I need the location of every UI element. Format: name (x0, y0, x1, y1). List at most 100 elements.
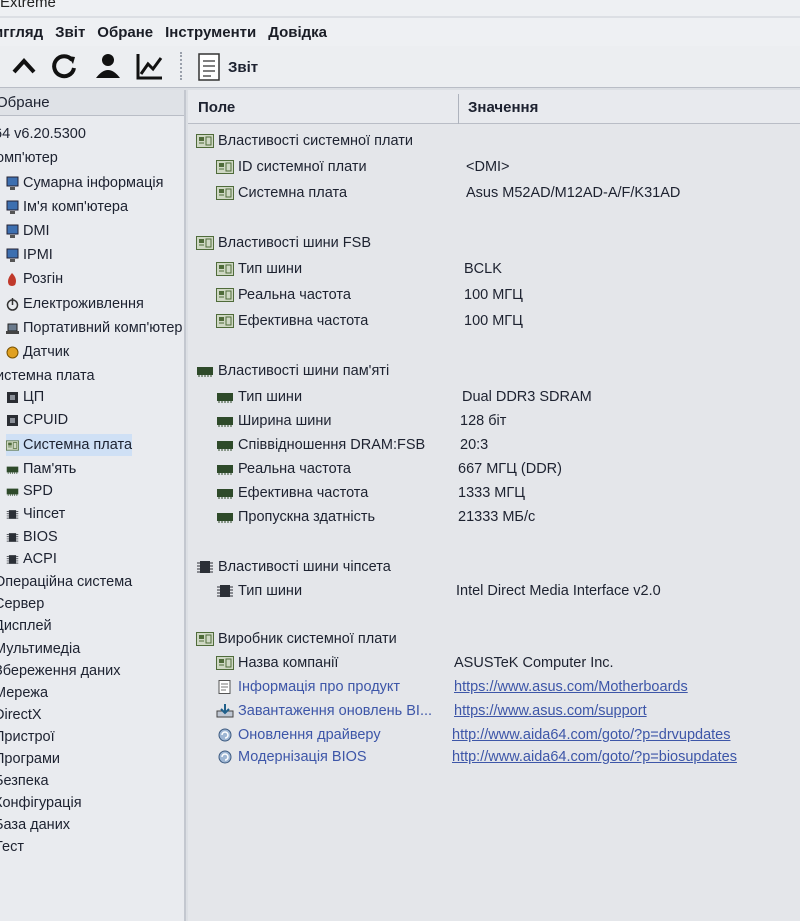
tree-item[interactable]: Портативний комп'ютер (6, 317, 182, 339)
value-link[interactable]: http://www.aida64.com/goto/?p=biosupdate… (452, 746, 737, 768)
table-row[interactable]: Тип шини Intel Direct Media Interface v2.… (188, 580, 800, 602)
menu-view[interactable]: иггляд (0, 24, 49, 41)
tree-item[interactable]: Сумарна інформація (6, 172, 163, 194)
table-group-header[interactable]: Властивості системної плати (188, 130, 800, 152)
tree-item[interactable]: Тест (0, 836, 24, 858)
tree-item[interactable]: CPUID (6, 409, 68, 431)
arrow-up-icon[interactable] (8, 50, 40, 82)
table-row[interactable]: Реальна частота 100 МГЦ (188, 284, 800, 306)
tree-item[interactable]: Системна плата (6, 434, 133, 456)
table-row[interactable]: Інформація про продукт https://www.asus.c… (188, 676, 800, 698)
value-link[interactable]: https://www.asus.com/Motherboards (454, 676, 688, 698)
table-group-header[interactable]: Властивості шини FSB (188, 232, 800, 254)
chart-icon[interactable] (134, 50, 166, 82)
menu-favorites[interactable]: Обране (91, 24, 159, 41)
tree-item[interactable]: База даних (0, 814, 70, 836)
tree-item[interactable]: Пам'ять (6, 458, 76, 480)
tree-item[interactable]: Сервер (0, 593, 44, 615)
tree-item[interactable]: истемна плата (0, 365, 95, 387)
tree-item[interactable]: Збереження даних (0, 660, 120, 682)
tree-item[interactable]: ACPI (6, 548, 57, 570)
tree-item-label: ACPI (23, 551, 57, 567)
tree-item-label: Сервер (0, 596, 45, 612)
tree-item[interactable]: Безпека (0, 770, 49, 792)
field-label: Властивості шини FSB (218, 235, 372, 251)
table-row[interactable]: Оновлення драйверу http://www.aida64.com/… (188, 724, 800, 746)
value-text: 100 МГЦ (464, 287, 523, 303)
value-link[interactable]: http://www.aida64.com/goto/?p=drvupdates (452, 724, 731, 746)
table-row[interactable]: Тип шини Dual DDR3 SDRAM (188, 386, 800, 408)
tree-item[interactable]: Чіпсет (6, 503, 65, 525)
field-label: Виробник системної плати (218, 631, 397, 647)
tree-item[interactable]: Операційна система (0, 571, 132, 593)
window-title: Extreme (0, 0, 56, 11)
table-row[interactable]: Ефективна частота 1333 МГЦ (188, 482, 800, 504)
tree-item[interactable]: ЦП (6, 386, 44, 408)
board-icon (216, 262, 234, 276)
tree-item[interactable]: Програми (0, 748, 60, 770)
column-value[interactable]: Значення (468, 99, 538, 116)
table-row[interactable]: ID системної плати <DMI> (188, 156, 800, 178)
tree-item-label: Пристрої (0, 729, 55, 745)
report-button[interactable]: Звіт (198, 52, 258, 82)
value-text: Dual DDR3 SDRAM (462, 389, 592, 405)
table-group-header[interactable]: Властивості шини пам'яті (188, 360, 800, 382)
column-divider[interactable] (458, 94, 459, 124)
menu-tools[interactable]: Інструменти (159, 24, 262, 41)
tree-item-label: Мультимедіа (0, 641, 81, 657)
table-row[interactable]: Ефективна частота 100 МГЦ (188, 310, 800, 332)
table-row[interactable]: Пропускна здатність 21333 МБ/с (188, 506, 800, 528)
table-row[interactable]: Реальна частота 667 МГЦ (DDR) (188, 458, 800, 480)
table-row[interactable]: Модернізація BIOS http://www.aida64.com/g… (188, 746, 800, 768)
memory-icon (216, 510, 234, 524)
update-icon (216, 728, 234, 742)
tree-item[interactable]: SPD (6, 480, 53, 502)
tree-item[interactable]: DirectX (0, 704, 42, 726)
table-row[interactable]: Системна плата Asus M52AD/M12AD-A/F/K31AD (188, 182, 800, 204)
table-row[interactable]: Ширина шини 128 біт (188, 410, 800, 432)
tree-item[interactable]: Розгін (6, 268, 63, 290)
tree-item-label: 64 v6.20.5300 (0, 126, 86, 142)
refresh-icon[interactable] (48, 50, 80, 82)
table-row[interactable]: Назва компанії ASUSTeK Computer Inc. (188, 652, 800, 674)
value-link[interactable]: https://www.asus.com/support (454, 700, 647, 722)
chip-icon (196, 560, 214, 574)
field-label: Тип шини (238, 583, 303, 599)
laptop-icon (6, 321, 19, 336)
tree-item[interactable]: 64 v6.20.5300 (0, 123, 86, 145)
tree-item[interactable]: Ім'я комп'ютера (6, 196, 128, 218)
tree-item[interactable]: Дисплей (0, 615, 52, 637)
tree-item-label: Операційна система (0, 574, 133, 590)
user-icon[interactable] (92, 50, 124, 82)
tree-item-label: BIOS (23, 529, 58, 545)
field-label: Тип шини (238, 261, 303, 277)
tree-item[interactable]: DMI (6, 220, 50, 242)
tree-item[interactable]: BIOS (6, 526, 58, 548)
table-row[interactable]: Співвідношення DRAM:FSB 20:3 (188, 434, 800, 456)
table-row[interactable]: Завантаження оновлень BI... https://www.a… (188, 700, 800, 722)
tree-item[interactable]: Електроживлення (6, 293, 144, 315)
computer-icon (6, 176, 19, 191)
tree-item-label: Портативний комп'ютер (23, 320, 183, 336)
table-group-header[interactable]: Властивості шини чіпсета (188, 556, 800, 578)
menu-report[interactable]: Звіт (49, 24, 91, 41)
tree-item[interactable]: омп'ютер (0, 147, 58, 169)
sidebar-header[interactable]: Обране (0, 90, 184, 116)
tree-item[interactable]: Мультимедіа (0, 638, 80, 660)
tree-item[interactable]: Конфігурація (0, 792, 82, 814)
tree-item[interactable]: IPMI (6, 244, 53, 266)
field-label: Модернізація BIOS (238, 749, 367, 765)
menu-help[interactable]: Довідка (262, 24, 333, 41)
tree-item-label: IPMI (23, 247, 53, 263)
tree-item-label: ЦП (23, 389, 45, 405)
memory-icon (196, 364, 214, 378)
table-row[interactable]: Тип шини BCLK (188, 258, 800, 280)
tree-item[interactable]: Мережа (0, 682, 48, 704)
tree-item[interactable]: Пристрої (0, 726, 55, 748)
tree-item[interactable]: Датчик (6, 341, 69, 363)
table-group-header[interactable]: Виробник системної плати (188, 628, 800, 650)
computer-icon (6, 200, 19, 215)
column-field[interactable]: Поле (198, 99, 235, 116)
tree-item-label: Конфігурація (0, 795, 82, 811)
tree-item-label: Розгін (23, 271, 64, 287)
